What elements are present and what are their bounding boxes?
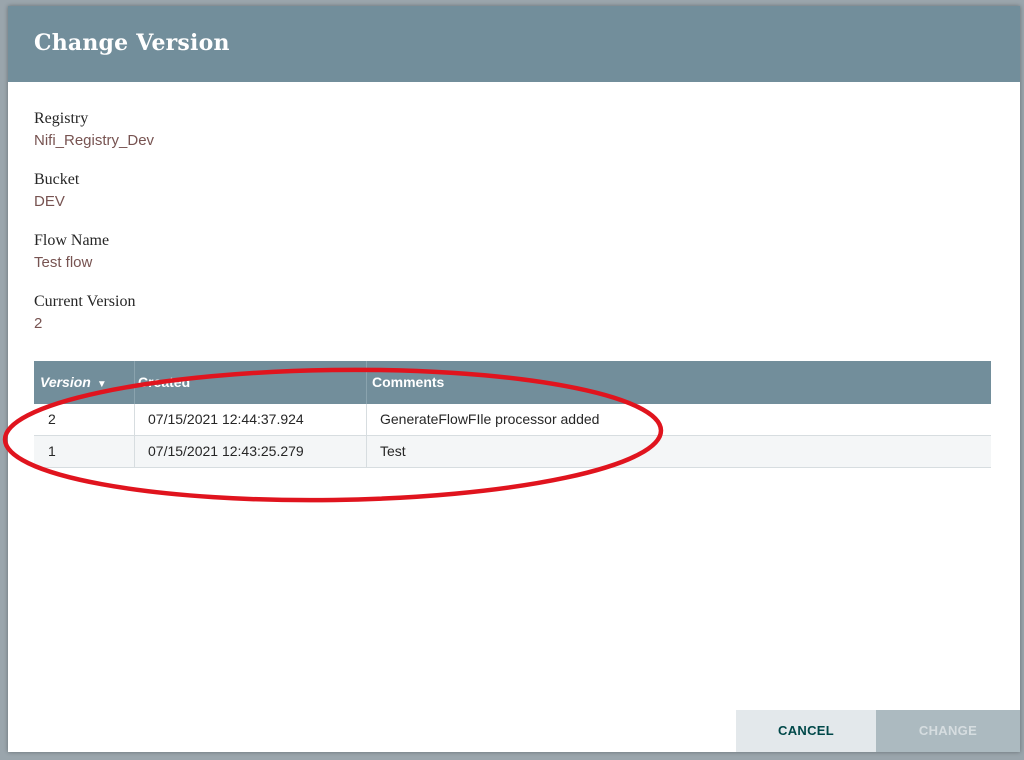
flow-name-value: Test flow (34, 254, 93, 271)
comments-cell: Test (380, 443, 406, 459)
column-divider (134, 404, 135, 435)
bucket-label: Bucket (34, 171, 80, 188)
bucket-value: DEV (34, 193, 65, 210)
change-version-dialog: Change Version Registry Nifi_Registry_De… (8, 6, 1020, 752)
created-cell: 07/15/2021 12:43:25.279 (148, 443, 304, 459)
table-row[interactable]: 1 07/15/2021 12:43:25.279 Test (34, 436, 991, 468)
registry-label: Registry (34, 110, 89, 127)
column-divider (134, 436, 135, 467)
current-version-value: 2 (34, 315, 43, 332)
cancel-button[interactable]: CANCEL (736, 710, 876, 752)
dialog-title: Change Version (34, 30, 230, 56)
change-button[interactable]: CHANGE (876, 710, 1020, 752)
version-cell: 1 (48, 443, 56, 459)
column-divider (366, 404, 367, 435)
table-header: Version ▼ Created Comments (34, 361, 991, 404)
flow-name-label: Flow Name (34, 232, 110, 249)
current-version-label: Current Version (34, 293, 136, 310)
registry-value: Nifi_Registry_Dev (34, 132, 155, 149)
column-header-version-label: Version (40, 374, 91, 390)
column-divider[interactable] (366, 361, 367, 404)
comments-cell: GenerateFlowFIle processor added (380, 411, 600, 427)
column-divider[interactable] (134, 361, 135, 404)
version-cell: 2 (48, 411, 56, 427)
created-cell: 07/15/2021 12:44:37.924 (148, 411, 304, 427)
column-header-created[interactable]: Created (138, 361, 190, 404)
column-header-comments[interactable]: Comments (372, 361, 444, 404)
sort-descending-icon: ▼ (96, 379, 107, 390)
versions-table: Version ▼ Created Comments 2 07/15/2021 1… (34, 361, 991, 468)
dialog-header: Change Version (8, 6, 1020, 82)
column-header-version[interactable]: Version ▼ (40, 361, 107, 404)
column-divider (366, 436, 367, 467)
table-row[interactable]: 2 07/15/2021 12:44:37.924 GenerateFlowFI… (34, 404, 991, 436)
